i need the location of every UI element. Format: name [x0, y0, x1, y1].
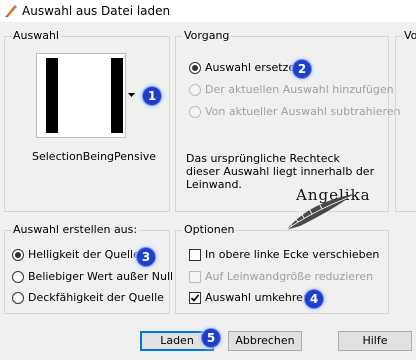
- preview-bar-left: [46, 58, 58, 133]
- radio-hinzufuegen[interactable]: [189, 84, 201, 96]
- radio-beliebiger-wert[interactable]: [12, 271, 24, 283]
- auswahl-legend: Auswahl: [11, 29, 61, 43]
- dropdown-arrow-icon: [128, 93, 135, 97]
- checkbox-obere-linke-ecke[interactable]: [189, 249, 201, 261]
- right-clipped-group: Vo: [395, 29, 416, 212]
- badge-3: 3: [137, 248, 155, 266]
- selection-dropdown-button[interactable]: [126, 53, 137, 138]
- radio-hinzufuegen-label[interactable]: Der aktuellen Auswahl hinzufügen: [205, 83, 394, 97]
- radio-helligkeit[interactable]: [12, 249, 24, 261]
- badge-1: 1: [143, 87, 161, 105]
- radio-auswahl-ersetzen[interactable]: [189, 62, 201, 74]
- radio-subtrahieren[interactable]: [189, 106, 201, 118]
- erstellen-legend: Auswahl erstellen aus:: [11, 223, 140, 237]
- preview-bar-right: [111, 58, 123, 133]
- selection-preview[interactable]: [36, 53, 126, 138]
- badge-5: 5: [202, 329, 220, 347]
- badge-2: 2: [293, 60, 311, 78]
- checkbox-obere-linke-ecke-label[interactable]: In obere linke Ecke verschieben: [205, 248, 379, 262]
- radio-auswahl-ersetzen-label[interactable]: Auswahl ersetzen: [205, 61, 302, 75]
- feather-watermark-icon: [285, 194, 354, 231]
- checkmark-icon: [190, 294, 200, 302]
- radio-helligkeit-label[interactable]: Helligkeit der Quelle: [28, 248, 140, 262]
- badge-4: 4: [305, 290, 323, 308]
- checkbox-leinwandgroesse[interactable]: [189, 271, 201, 283]
- radio-subtrahieren-label[interactable]: Von aktueller Auswahl subtrahieren: [205, 105, 401, 119]
- optionen-legend: Optionen: [182, 223, 237, 237]
- paint-brush-icon: [5, 5, 17, 17]
- radio-beliebiger-wert-label[interactable]: Beliebiger Wert außer Null: [28, 270, 173, 284]
- right-clipped-legend: Vo: [402, 29, 416, 43]
- checkbox-leinwandgroesse-label[interactable]: Auf Leinwandgröße reduzieren: [205, 270, 373, 284]
- radio-deckfaehigkeit[interactable]: [12, 292, 24, 304]
- title-bar: Auswahl aus Datei laden: [0, 0, 416, 22]
- cancel-button[interactable]: Abbrechen: [228, 331, 302, 351]
- help-button[interactable]: Hilfe: [338, 331, 412, 351]
- selection-name: SelectionBeingPensive: [32, 150, 157, 163]
- checkbox-auswahl-umkehren[interactable]: [189, 292, 201, 304]
- checkbox-auswahl-umkehren-label[interactable]: Auswahl umkehren: [205, 291, 310, 305]
- window-title: Auswahl aus Datei laden: [22, 4, 171, 18]
- radio-deckfaehigkeit-label[interactable]: Deckfähigkeit der Quelle: [28, 291, 164, 305]
- vorgang-legend: Vorgang: [182, 29, 232, 43]
